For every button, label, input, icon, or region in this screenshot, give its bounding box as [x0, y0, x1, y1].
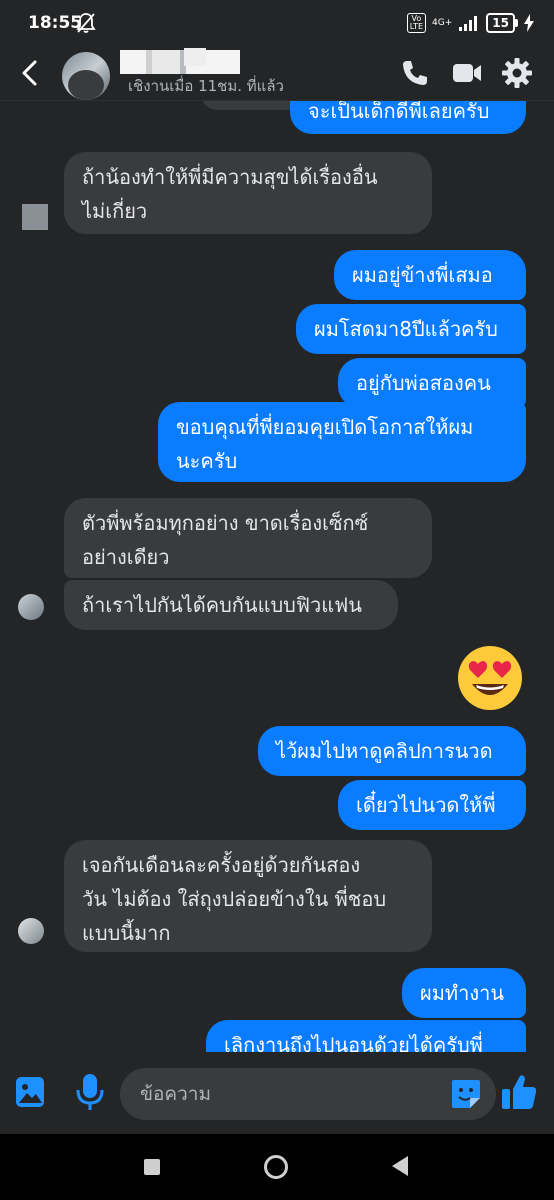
- message-bubble-outgoing[interactable]: ผมโสดมา8ปีแล้วครับ: [296, 304, 526, 354]
- message-bubble-outgoing[interactable]: จะเป็นเด็กดีพี่เลยครับ: [290, 100, 526, 134]
- message-bubble-outgoing[interactable]: ขอบคุณที่พี่ยอมคุยเปิดโอกาสให้ผม นะครับ: [158, 402, 526, 482]
- back-arrow-icon[interactable]: [16, 58, 46, 88]
- sticker-smiley-icon[interactable]: [448, 1076, 484, 1112]
- video-camera-icon[interactable]: [450, 56, 484, 90]
- recents-square-icon[interactable]: [144, 1159, 160, 1175]
- last-active-status: เชิงานเมื่อ 11ชม. ที่แล้ว: [128, 77, 284, 95]
- volte-badge: Vo LTE: [406, 13, 427, 33]
- message-bubble-incoming[interactable]: ตัวพี่พร้อมทุกอย่าง ขาดเรื่องเซ็กซ์ อย่า…: [64, 498, 432, 578]
- signal-icon: [459, 16, 478, 31]
- battery-level: 15: [486, 13, 515, 33]
- microphone-icon[interactable]: [74, 1072, 106, 1112]
- chat-header: เชิงานเมื่อ 11ชม. ที่แล้ว: [0, 48, 554, 101]
- message-input[interactable]: [120, 1068, 496, 1120]
- gear-icon[interactable]: [500, 56, 534, 90]
- heart-eyes-emoji-icon[interactable]: [456, 644, 524, 712]
- message-bubble-outgoing[interactable]: เดี๋ยวไปนวดให้พี่: [338, 780, 526, 830]
- charging-icon: [524, 14, 534, 32]
- sender-avatar[interactable]: [18, 594, 44, 620]
- message-bubble-outgoing[interactable]: ผมอยู่ข้างพี่เสมอ: [334, 250, 526, 300]
- message-bubble-outgoing[interactable]: ผมทำงาน: [402, 968, 526, 1018]
- sender-avatar[interactable]: [18, 918, 44, 944]
- contact-avatar[interactable]: [62, 52, 110, 100]
- message-bubble-incoming[interactable]: ถ้าเราไปกันได้คบกันแบบฟิวแฟน: [64, 580, 398, 630]
- message-composer: [0, 1052, 554, 1134]
- status-time: 18:55: [28, 13, 83, 33]
- message-bubble-incoming[interactable]: เจอกันเดือนละครั้งอยู่ด้วยกันสอง วัน ไม่…: [64, 840, 432, 952]
- message-bubble-incoming[interactable]: ถ้าน้องทำให้พี่มีความสุขได้เรื่องอื่น ไม…: [64, 152, 432, 234]
- status-indicators: Vo LTE 4G+ 15: [406, 10, 534, 36]
- contact-name-redacted[interactable]: [120, 50, 240, 74]
- battery-icon: 15: [486, 13, 518, 33]
- message-list[interactable]: จะเป็นเด็กดีพี่เลยครับ ถ้าน้องทำให้พี่มี…: [0, 100, 554, 1052]
- thumbs-up-icon[interactable]: [500, 1072, 538, 1112]
- message-bubble-outgoing[interactable]: อยู่กับพ่อสองคน: [338, 358, 526, 408]
- home-circle-icon[interactable]: [264, 1155, 288, 1179]
- network-type: 4G+: [432, 18, 453, 28]
- sender-avatar[interactable]: [22, 204, 48, 230]
- message-bubble-outgoing[interactable]: เลิกงานถึงไปนอนด้วยได้ครับพี่: [206, 1020, 526, 1052]
- system-navigation-bar: [0, 1134, 554, 1200]
- bell-off-icon: [76, 13, 96, 33]
- phone-icon[interactable]: [398, 56, 432, 90]
- image-gallery-icon[interactable]: [14, 1074, 46, 1110]
- contact-name-redacted-fragment: [184, 48, 206, 66]
- back-triangle-icon[interactable]: [392, 1156, 408, 1176]
- message-bubble-outgoing[interactable]: ไว้ผมไปหาดูคลิปการนวด: [258, 726, 526, 776]
- status-bar: 18:55 Vo LTE 4G+ 15: [0, 0, 554, 48]
